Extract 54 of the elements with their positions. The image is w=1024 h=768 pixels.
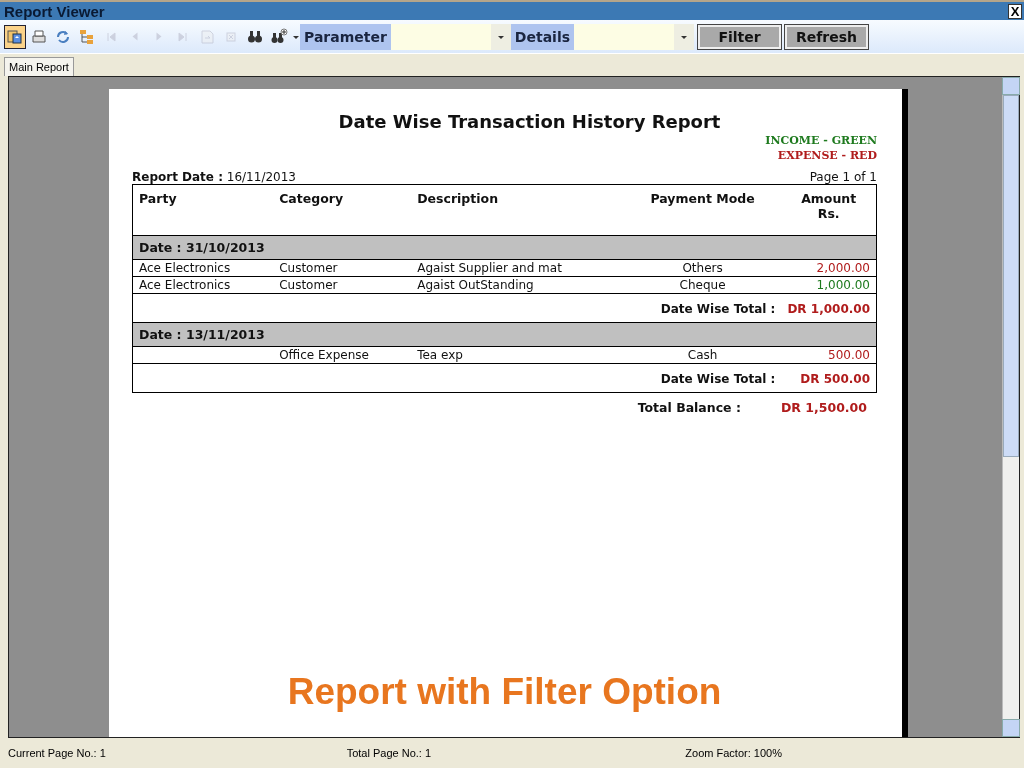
filter-label: Details [510, 23, 575, 50]
page-number: Page 1 of 1 [809, 170, 877, 184]
balance-value: DR 1,500.00 [780, 400, 867, 415]
next-icon [156, 32, 162, 41]
table-cell: Ace Electronics [132, 259, 274, 277]
table-cell: Customer [273, 276, 412, 294]
column-header: Payment Mode [623, 184, 782, 236]
total-value: DR 500.00 [781, 363, 877, 393]
total-value: DR 1,000.00 [781, 293, 877, 323]
close-button[interactable]: X [1008, 3, 1022, 19]
column-header: Description [411, 184, 624, 236]
status-text: Total Page No.: 1 [346, 747, 433, 759]
table-cell: 500.00 [781, 346, 877, 364]
column-header: Amount Rs. [781, 184, 877, 236]
table-cell: Tea exp [411, 346, 624, 364]
balance-label: Total Balance : [637, 400, 741, 415]
group-header: Date : 31/10/2013 [132, 235, 877, 260]
tree-icon [78, 27, 96, 46]
page-icon [198, 27, 216, 46]
column-header: Party [132, 184, 274, 236]
legend-text: EXPENSE - RED [777, 149, 877, 162]
legend-text: INCOME - GREEN [765, 134, 877, 147]
scrollbar[interactable] [1002, 77, 1019, 737]
binoculars-plus-icon [270, 27, 288, 46]
table-cell: 2,000.00 [781, 259, 877, 277]
toolbar-button[interactable] [4, 24, 26, 49]
total-label: Date Wise Total : [132, 293, 782, 323]
table-cell: Cash [623, 346, 782, 364]
column-header: Category [273, 184, 412, 236]
table-cell: Cheque [623, 276, 782, 294]
filter-label: Parameter [300, 23, 391, 50]
table-cell: Ace Electronics [132, 276, 274, 294]
caption: Report with Filter Option [287, 671, 722, 713]
table-cell: Customer [273, 259, 412, 277]
table-cell: 1,000.00 [781, 276, 877, 294]
table-cell: Office Expense [273, 346, 412, 364]
table-cell: Agaist OutStanding [411, 276, 624, 294]
filter-dropdown[interactable] [390, 23, 511, 50]
toolbar-text-button[interactable]: Refresh [785, 24, 869, 49]
printer-icon [30, 27, 48, 46]
window-title: Report Viewer [4, 2, 105, 20]
status-text: Current Page No.: 1 [8, 747, 107, 759]
total-label: Date Wise Total : [132, 363, 782, 393]
filter-dropdown[interactable] [574, 23, 695, 50]
group-header: Date : 13/11/2013 [132, 322, 877, 347]
report-title: Date Wise Transaction History Report [337, 111, 722, 132]
status-text: Zoom Factor: 100% [685, 747, 783, 759]
tab[interactable]: Main Report [4, 57, 74, 76]
export-icon [6, 27, 24, 46]
report-date: Report Date : 16/11/2013 [132, 170, 296, 184]
table-cell: Agaist Supplier and mat [411, 259, 624, 277]
toolbar-text-button[interactable]: Filter [698, 24, 782, 49]
table-cell: Others [623, 259, 782, 277]
previous-icon [132, 32, 138, 41]
